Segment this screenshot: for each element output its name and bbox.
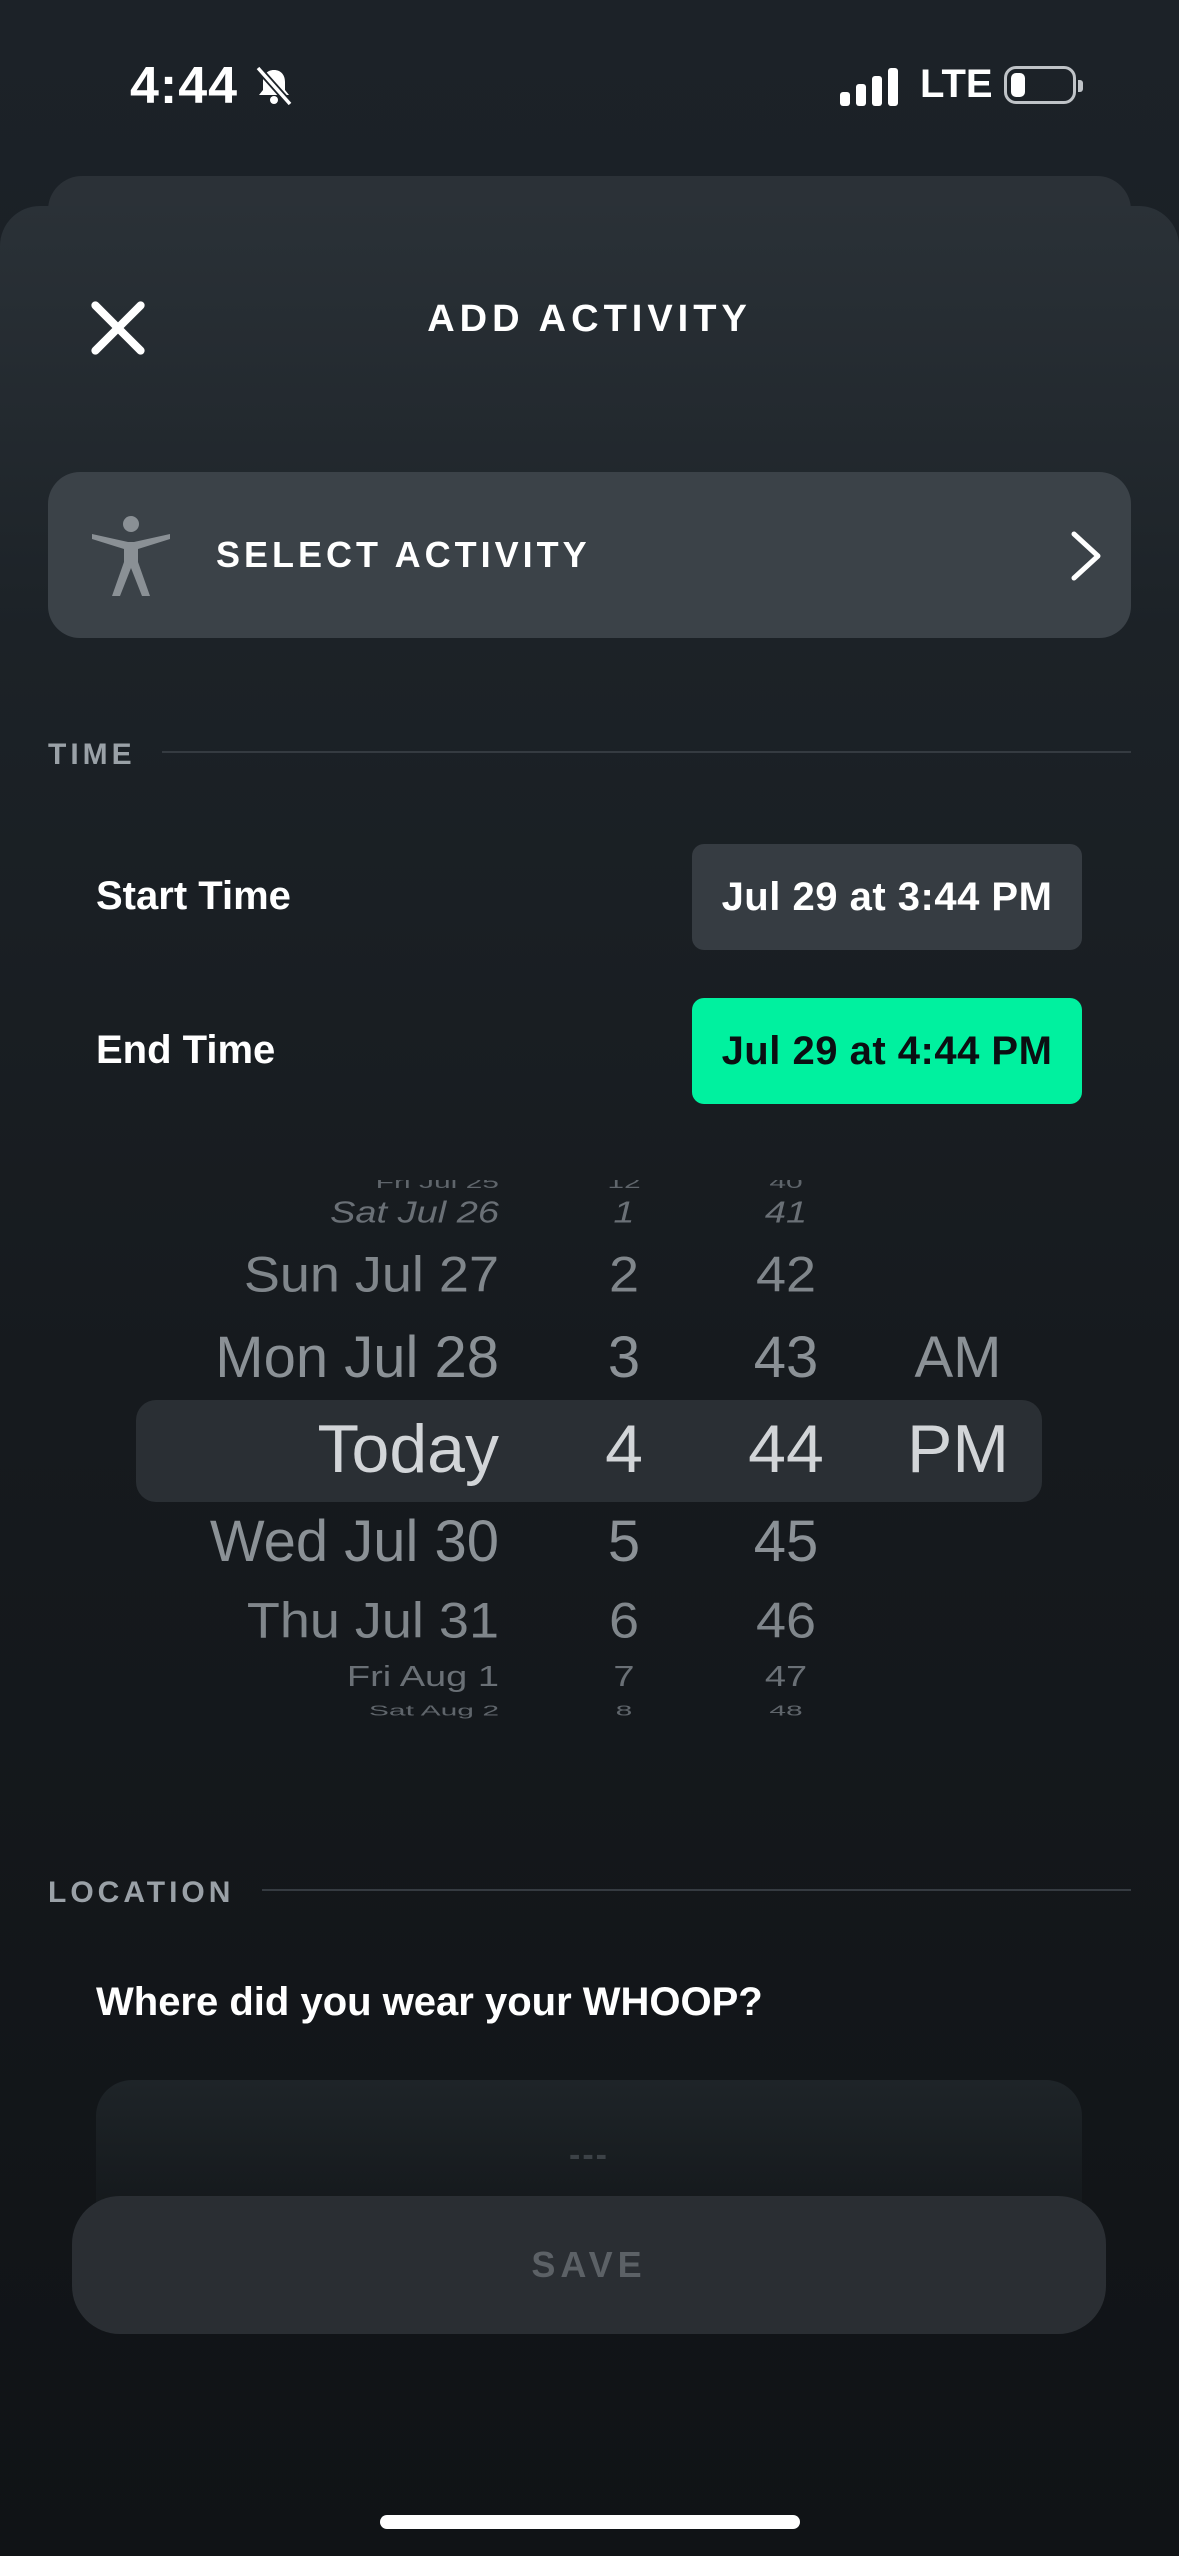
end-time-label: End Time [96,1028,276,1072]
picker-minute-selected[interactable]: 44 [748,1410,824,1488]
picker-hour-item[interactable]: 8 [616,1703,633,1720]
silent-bell-icon [255,65,293,107]
save-button[interactable]: SAVE [72,2196,1106,2334]
page-title: ADD ACTIVITY [427,298,752,340]
picker-date-item[interactable]: Sat Aug 2 [369,1703,499,1720]
picker-date-item[interactable]: Wed Jul 30 [210,1508,499,1575]
picker-minute-item[interactable]: 46 [756,1592,816,1649]
select-activity-label: SELECT ACTIVITY [216,534,591,575]
picker-hour-item[interactable]: 1 [613,1196,634,1230]
picker-hour-item[interactable]: 2 [609,1246,639,1303]
time-section-divider [162,751,1131,753]
picker-date-item[interactable]: Sun Jul 27 [244,1246,499,1303]
picker-minute-item[interactable]: 48 [769,1703,802,1720]
picker-minute-item[interactable]: 47 [765,1661,807,1693]
picker-date-item[interactable]: Fri Aug 1 [347,1661,499,1693]
picker-am-item[interactable]: AM [915,1324,1002,1391]
picker-hour-item[interactable]: 3 [608,1324,640,1391]
picker-minute-item[interactable]: 45 [754,1508,819,1575]
start-time-button[interactable]: Jul 29 at 3:44 PM [692,844,1082,950]
network-type: LTE [920,62,993,106]
start-time-label: Start Time [96,874,291,918]
chevron-right-icon [1071,531,1101,581]
picker-date-item[interactable]: Sat Jul 26 [330,1196,499,1230]
battery-icon [1004,66,1083,104]
person-figure-icon [92,516,170,596]
select-activity-button[interactable]: SELECT ACTIVITY [48,472,1131,638]
location-placeholder: --- [569,2136,609,2174]
picker-hour-item[interactable]: 12 [607,1180,640,1192]
picker-date-item[interactable]: Thu Jul 31 [247,1592,499,1649]
date-time-picker[interactable]: Fri Jul 25 Sat Jul 26 Sun Jul 27 Mon Jul… [0,1180,1179,1720]
picker-minute-item[interactable]: 40 [769,1180,802,1192]
picker-minute-item[interactable]: 42 [756,1246,816,1303]
home-indicator[interactable] [380,2515,800,2529]
status-time: 4:44 [130,57,239,115]
picker-hour-selected[interactable]: 4 [605,1410,643,1488]
picker-hour-item[interactable]: 6 [609,1592,639,1649]
picker-date-item[interactable]: Fri Jul 25 [376,1180,499,1192]
picker-date-selected[interactable]: Today [318,1410,499,1488]
picker-date-item[interactable]: Mon Jul 28 [215,1324,499,1391]
location-section-label: LOCATION [48,1876,235,1909]
time-section-label: TIME [48,738,136,771]
location-question: Where did you wear your WHOOP? [96,1980,763,2024]
picker-minute-item[interactable]: 43 [754,1324,819,1391]
picker-pm-selected[interactable]: PM [907,1410,1009,1488]
location-section-divider [262,1889,1131,1891]
picker-hour-item[interactable]: 7 [613,1661,634,1693]
picker-hour-item[interactable]: 5 [608,1508,640,1575]
picker-minute-item[interactable]: 41 [765,1196,807,1230]
cellular-signal-icon [840,66,898,106]
end-time-button[interactable]: Jul 29 at 4:44 PM [692,998,1082,1104]
